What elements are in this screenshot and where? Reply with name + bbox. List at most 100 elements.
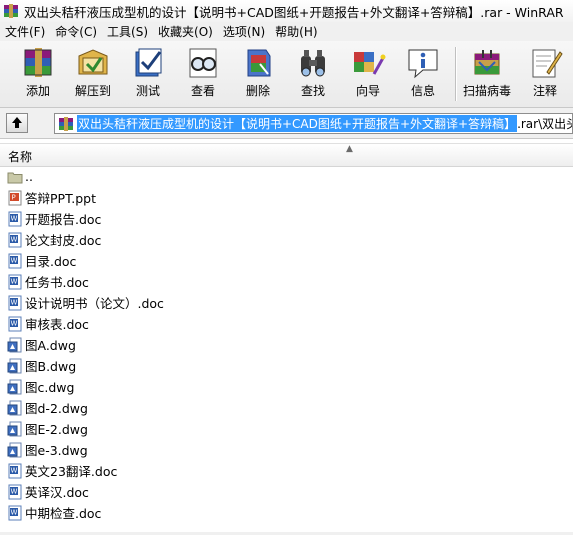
doc-file-icon: W (8, 316, 22, 331)
virus-scan-icon (474, 50, 500, 75)
file-name: 图B.dwg (25, 359, 77, 374)
wizard-button[interactable]: 向导 (343, 43, 393, 105)
menu-favorites[interactable]: 收藏夹(O) (153, 23, 218, 40)
add-label: 添加 (25, 84, 50, 98)
name-column-header[interactable]: 名称 (8, 148, 32, 165)
folder-icon (7, 172, 23, 183)
doc-file-icon: W (8, 274, 22, 289)
menu-commands[interactable]: 命令(C) (50, 23, 102, 40)
file-row[interactable]: .. (0, 166, 573, 187)
path-field[interactable]: 双出头秸秆液压成型机的设计【说明书+CAD图纸+开题报告+外文翻译+答辩稿】 .… (54, 113, 573, 134)
toolbar-separator (455, 47, 457, 101)
file-name: 图c.dwg (25, 380, 75, 395)
file-name: 英文23翻译.doc (25, 464, 118, 479)
file-row[interactable]: W 英译汉.doc (0, 481, 573, 502)
dwg-file-icon (7, 421, 22, 436)
toolbar: 添加 解压到 测试 查看 删除 查找 向导 信息 扫描病毒 注释 (0, 41, 573, 108)
file-name: 目录.doc (25, 254, 77, 269)
menu-help[interactable]: 帮助(H) (270, 23, 322, 40)
menu-bar: 文件(F) 命令(C) 工具(S) 收藏夹(O) 选项(N) 帮助(H) (0, 22, 573, 41)
find-icon (301, 50, 325, 77)
svg-text:W: W (11, 298, 18, 306)
sort-ascending-icon: ▲ (346, 144, 353, 154)
ppt-file-icon: P (8, 190, 22, 205)
dwg-file-icon (7, 400, 22, 415)
file-name: 论文封皮.doc (25, 233, 102, 248)
window-title: 双出头秸秆液压成型机的设计【说明书+CAD图纸+开题报告+外文翻译+答辩稿】.r… (24, 4, 564, 20)
up-arrow-icon (12, 117, 22, 128)
doc-file-icon: W (8, 505, 22, 520)
file-name: 图e-3.dwg (25, 443, 88, 458)
comment-icon (532, 49, 563, 78)
svg-text:W: W (11, 235, 18, 243)
virus-scan-button[interactable]: 扫描病毒 (462, 43, 512, 105)
info-icon (408, 49, 438, 79)
file-row[interactable]: 图c.dwg (0, 376, 573, 397)
archive-icon (59, 116, 73, 131)
up-folder-button[interactable] (6, 113, 28, 133)
file-name: 任务书.doc (25, 275, 89, 290)
virus-scan-label: 扫描病毒 (462, 84, 511, 98)
menu-options[interactable]: 选项(N) (218, 23, 270, 40)
svg-text:W: W (11, 277, 18, 285)
file-name: .. (25, 169, 33, 184)
file-name: 图A.dwg (25, 338, 76, 353)
file-row[interactable]: 图E-2.dwg (0, 418, 573, 439)
title-bar: 双出头秸秆液压成型机的设计【说明书+CAD图纸+开题报告+外文翻译+答辩稿】.r… (0, 0, 573, 23)
file-row[interactable]: W 论文封皮.doc (0, 229, 573, 250)
doc-file-icon: W (8, 463, 22, 478)
file-name: 图E-2.dwg (25, 422, 88, 437)
doc-file-icon: W (8, 253, 22, 268)
file-name: 图d-2.dwg (25, 401, 88, 416)
add-button[interactable]: 添加 (13, 43, 63, 105)
doc-file-icon: W (8, 232, 22, 247)
dwg-file-icon (7, 337, 22, 352)
file-name: 设计说明书（论文）.doc (25, 296, 164, 311)
file-row[interactable]: W 英文23翻译.doc (0, 460, 573, 481)
extract-to-label: 解压到 (74, 84, 111, 98)
file-row[interactable]: 图e-3.dwg (0, 439, 573, 460)
column-header: 名称 ▲ (0, 143, 573, 167)
extract-to-button[interactable]: 解压到 (68, 43, 118, 105)
find-button[interactable]: 查找 (288, 43, 338, 105)
file-row[interactable]: W 开题报告.doc (0, 208, 573, 229)
file-row[interactable]: W 任务书.doc (0, 271, 573, 292)
delete-label: 删除 (245, 84, 270, 98)
test-label: 测试 (135, 84, 160, 98)
file-row[interactable]: 图A.dwg (0, 334, 573, 355)
comment-button[interactable]: 注释 (520, 43, 570, 105)
path-rest-text: .rar\双出头 (517, 117, 573, 131)
winrar-app-icon (4, 4, 18, 18)
doc-file-icon: W (8, 484, 22, 499)
file-row[interactable]: W 中期检查.doc (0, 502, 573, 523)
file-row[interactable]: 图B.dwg (0, 355, 573, 376)
info-button[interactable]: 信息 (398, 43, 448, 105)
address-bar: 双出头秸秆液压成型机的设计【说明书+CAD图纸+开题报告+外文翻译+答辩稿】 .… (0, 108, 573, 139)
view-button[interactable]: 查看 (178, 43, 228, 105)
menu-tools[interactable]: 工具(S) (102, 23, 153, 40)
wizard-label: 向导 (355, 84, 380, 98)
svg-text:W: W (11, 256, 18, 264)
delete-button[interactable]: 删除 (233, 43, 283, 105)
view-icon (189, 48, 217, 78)
file-row[interactable]: W 设计说明书（论文）.doc (0, 292, 573, 313)
menu-file[interactable]: 文件(F) (0, 23, 50, 40)
file-row[interactable]: P 答辩PPT.ppt (0, 187, 573, 208)
dwg-file-icon (7, 379, 22, 394)
svg-text:W: W (11, 508, 18, 516)
file-row[interactable]: 图d-2.dwg (0, 397, 573, 418)
file-name: 开题报告.doc (25, 212, 102, 227)
file-row[interactable]: W 目录.doc (0, 250, 573, 271)
file-name: 中期检查.doc (25, 506, 102, 521)
wizard-icon (354, 52, 386, 75)
add-archive-icon (24, 48, 52, 77)
view-label: 查看 (190, 84, 215, 98)
file-name: 英译汉.doc (25, 485, 89, 500)
file-row[interactable]: W 审核表.doc (0, 313, 573, 334)
info-label: 信息 (410, 84, 435, 98)
test-button[interactable]: 测试 (123, 43, 173, 105)
delete-icon (247, 49, 271, 77)
svg-text:W: W (11, 214, 18, 222)
svg-text:W: W (11, 487, 18, 495)
svg-text:W: W (11, 466, 18, 474)
